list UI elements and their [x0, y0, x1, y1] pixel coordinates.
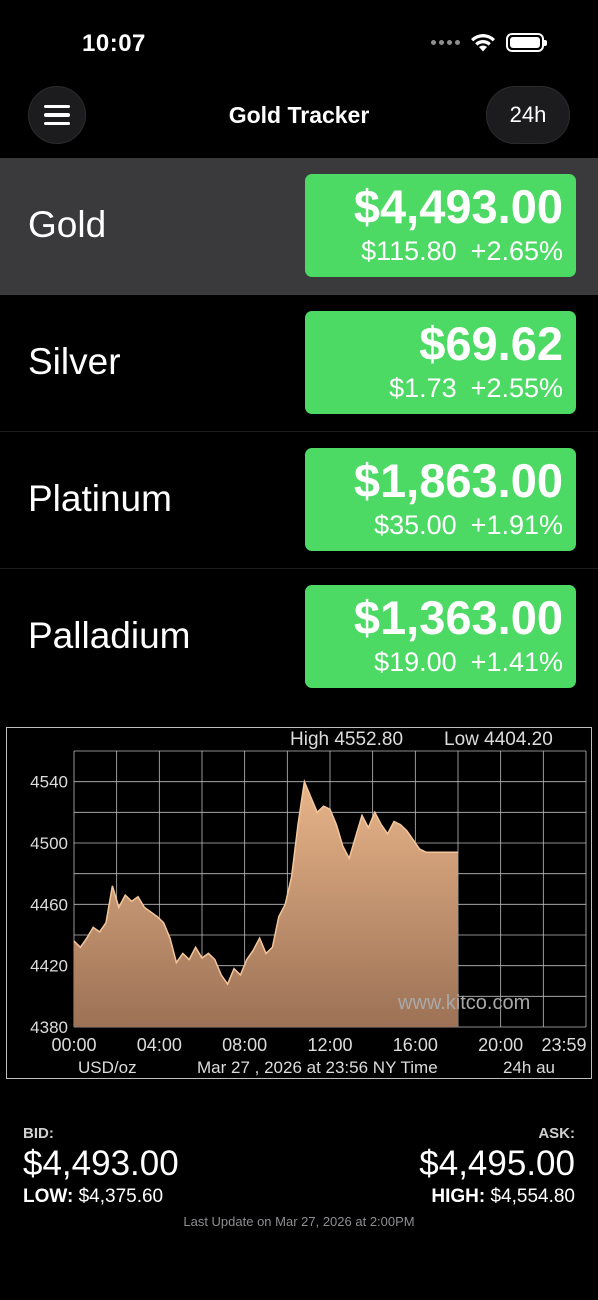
x-tick-label: 16:00	[393, 1035, 438, 1055]
x-tick-label: 23:59	[541, 1035, 586, 1055]
screen: 10:07 Gold Tracker 24h Gold $4,493.00 $1…	[0, 0, 598, 1300]
metal-row-palladium[interactable]: Palladium $1,363.00 $19.00 +1.41%	[0, 569, 598, 706]
change-percent: +1.91%	[470, 510, 563, 540]
y-tick-label: 4460	[30, 895, 68, 914]
ask-label: ASK:	[538, 1125, 575, 1142]
high-label: HIGH:	[431, 1186, 486, 1207]
x-tick-label: 04:00	[137, 1035, 182, 1055]
price-change: $19.00 +1.41%	[305, 645, 563, 679]
change-percent: +2.65%	[470, 236, 563, 266]
change-percent: +1.41%	[470, 647, 563, 677]
change-amount: $115.80	[361, 236, 457, 266]
chart-date-label: Mar 27 , 2026 at 23:56 NY Time	[197, 1058, 438, 1077]
change-amount: $19.00	[374, 647, 457, 677]
bid-panel: BID: $4,493.00 LOW: $4,375.60	[23, 1125, 179, 1208]
price-change: $35.00 +1.91%	[305, 508, 563, 542]
ask-panel: ASK: $4,495.00 HIGH: $4,554.80	[419, 1125, 575, 1208]
high-value: $4,554.80	[490, 1186, 575, 1207]
chart-svg: www.kitco.com High 4552.80 Low 4404.20 4…	[6, 727, 592, 1079]
metal-name: Gold	[28, 204, 107, 245]
chart-unit-label: USD/oz	[78, 1058, 137, 1077]
price-badge: $69.62 $1.73 +2.55%	[305, 311, 576, 414]
signal-icon	[431, 40, 460, 45]
low-label: LOW:	[23, 1186, 74, 1207]
low-row: LOW: $4,375.60	[23, 1186, 179, 1208]
chart-low-label: Low 4404.20	[444, 729, 553, 750]
x-tick-label: 08:00	[222, 1035, 267, 1055]
y-tick-label: 4500	[30, 834, 68, 853]
y-tick-label: 4420	[30, 957, 68, 976]
price-badge: $1,863.00 $35.00 +1.91%	[305, 448, 576, 551]
high-row: HIGH: $4,554.80	[419, 1186, 575, 1208]
price-change: $115.80 +2.65%	[305, 234, 563, 268]
metal-price: $69.62	[419, 317, 563, 370]
low-value: $4,375.60	[78, 1186, 164, 1207]
bid-label: BID:	[23, 1125, 54, 1142]
time-range-button[interactable]: 24h	[486, 86, 570, 144]
metal-row-platinum[interactable]: Platinum $1,863.00 $35.00 +1.91%	[0, 432, 598, 569]
price-badge: $4,493.00 $115.80 +2.65%	[305, 174, 576, 277]
y-tick-label: 4540	[30, 773, 68, 792]
metal-name: Platinum	[28, 478, 172, 519]
status-icons	[431, 33, 547, 52]
x-tick-label: 12:00	[307, 1035, 352, 1055]
metal-list: Gold $4,493.00 $115.80 +2.65% Silver $69.…	[0, 158, 598, 706]
price-change: $1.73 +2.55%	[305, 371, 563, 405]
status-time: 10:07	[82, 30, 146, 57]
metal-price: $4,493.00	[353, 180, 563, 233]
metal-name: Palladium	[28, 615, 191, 656]
metal-row-gold[interactable]: Gold $4,493.00 $115.80 +2.65%	[0, 158, 598, 295]
x-tick-label: 00:00	[51, 1035, 96, 1055]
x-tick-label: 20:00	[478, 1035, 523, 1055]
change-amount: $1.73	[389, 373, 457, 403]
last-update: Last Update on Mar 27, 2026 at 2:00PM	[183, 1214, 415, 1229]
price-chart[interactable]: www.kitco.com High 4552.80 Low 4404.20 4…	[6, 727, 592, 1079]
wifi-icon	[471, 34, 495, 52]
metal-name: Silver	[28, 341, 121, 382]
change-amount: $35.00	[374, 510, 457, 540]
ask-value: $4,495.00	[419, 1144, 575, 1183]
metal-row-silver[interactable]: Silver $69.62 $1.73 +2.55%	[0, 295, 598, 432]
chart-high-label: High 4552.80	[290, 729, 403, 750]
chart-watermark: www.kitco.com	[397, 992, 530, 1014]
battery-icon	[506, 33, 547, 52]
metal-price: $1,863.00	[353, 454, 563, 507]
nav-bar: Gold Tracker 24h	[0, 84, 598, 146]
price-badge: $1,363.00 $19.00 +1.41%	[305, 585, 576, 688]
bid-value: $4,493.00	[23, 1144, 179, 1183]
change-percent: +2.55%	[470, 373, 563, 403]
metal-price: $1,363.00	[353, 591, 563, 644]
status-bar: 10:07	[0, 0, 598, 80]
chart-range-label: 24h au	[503, 1058, 555, 1077]
